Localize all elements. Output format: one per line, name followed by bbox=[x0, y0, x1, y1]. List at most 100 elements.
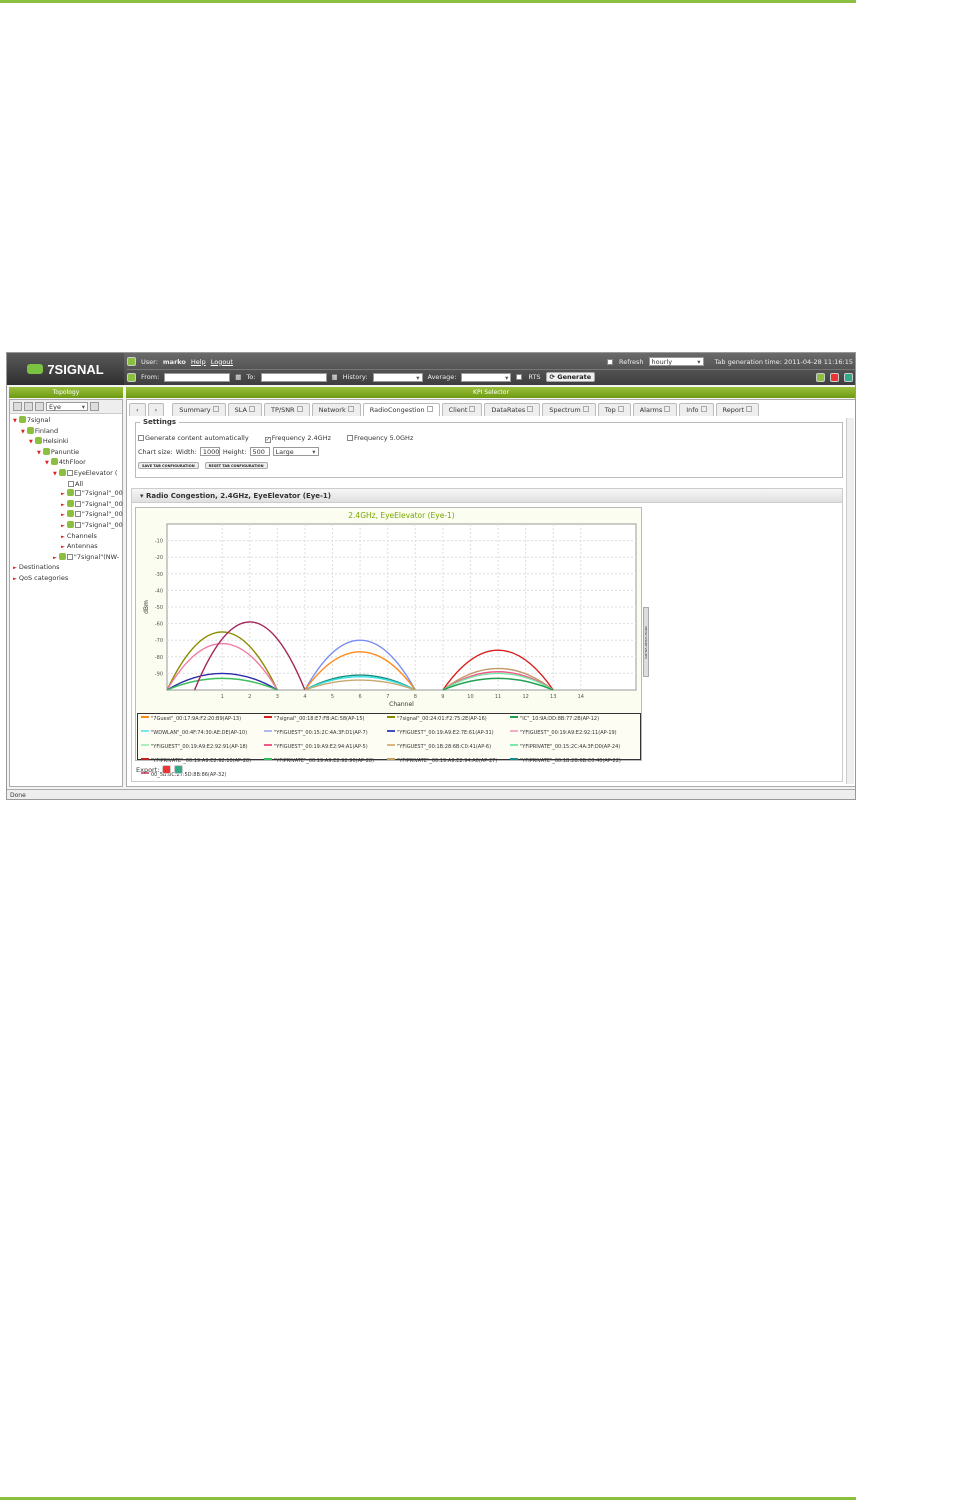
width-input[interactable]: 1000 bbox=[199, 447, 220, 456]
frequency-50-option[interactable]: Frequency 5.0GHz bbox=[347, 434, 413, 443]
calendar-icon[interactable]: ▦ bbox=[235, 373, 241, 381]
expand-arrow-icon[interactable]: ► bbox=[61, 512, 65, 518]
expand-arrow-icon[interactable]: ► bbox=[61, 544, 65, 550]
average-select[interactable] bbox=[461, 372, 512, 382]
help-icon[interactable] bbox=[617, 406, 624, 412]
expand-icon[interactable] bbox=[24, 402, 33, 411]
refresh-select[interactable]: hourly bbox=[648, 357, 704, 366]
help-icon[interactable] bbox=[248, 406, 255, 412]
tree-node[interactable]: ▼ Finland bbox=[13, 426, 119, 438]
collapse-icon[interactable] bbox=[13, 402, 22, 411]
height-input[interactable]: 500 bbox=[249, 447, 270, 456]
tree-node[interactable]: ► Antennas bbox=[13, 542, 119, 553]
to-input[interactable] bbox=[260, 372, 327, 382]
tree-node[interactable]: ► "7signal"_00 bbox=[13, 489, 123, 500]
help-icon[interactable] bbox=[664, 406, 671, 412]
tree-node[interactable]: ► Destinations bbox=[13, 563, 119, 574]
tab-datarates[interactable]: DataRates bbox=[484, 403, 541, 416]
logout-link[interactable]: Logout bbox=[211, 358, 233, 366]
rts-checkbox[interactable] bbox=[516, 374, 523, 380]
tab-scroll-right[interactable]: › bbox=[147, 403, 165, 416]
expand-arrow-icon[interactable]: ▼ bbox=[53, 471, 57, 477]
tab-sla[interactable]: SLA bbox=[227, 403, 262, 416]
node-checkbox[interactable] bbox=[66, 469, 73, 476]
tab-radiocongestion[interactable]: RadioCongestion bbox=[362, 403, 440, 416]
tree-node[interactable]: ▼ 7signal bbox=[13, 416, 119, 427]
help-icon[interactable] bbox=[212, 406, 219, 412]
expand-arrow-icon[interactable]: ▼ bbox=[21, 429, 25, 435]
list-icon[interactable] bbox=[90, 402, 99, 411]
export-excel-icon[interactable] bbox=[174, 765, 184, 774]
expand-arrow-icon[interactable]: ▼ bbox=[29, 439, 33, 445]
help-icon[interactable] bbox=[426, 406, 433, 412]
from-input[interactable] bbox=[164, 372, 231, 382]
frequency-24-checkbox[interactable]: ✓ bbox=[264, 437, 271, 443]
expand-arrow-icon[interactable]: ► bbox=[13, 576, 17, 582]
node-checkbox[interactable] bbox=[74, 521, 81, 528]
expand-arrow-icon[interactable]: ▼ bbox=[37, 450, 41, 456]
tab-alarms[interactable]: Alarms bbox=[632, 403, 678, 416]
refresh-icon[interactable] bbox=[35, 402, 44, 411]
tree-node[interactable]: ► "7signal"_00 bbox=[13, 510, 123, 521]
tree-node[interactable]: ► "7signal"(NW- bbox=[13, 552, 119, 564]
expand-arrow-icon[interactable]: ► bbox=[53, 555, 57, 561]
expand-arrow-icon[interactable]: ▼ bbox=[45, 460, 49, 466]
tree-node[interactable]: ▼ Helsinki bbox=[13, 437, 119, 448]
help-icon[interactable] bbox=[296, 406, 303, 412]
tab-summary[interactable]: Summary bbox=[172, 403, 226, 416]
tab-top[interactable]: Top bbox=[597, 403, 631, 416]
tab-spectrum[interactable]: Spectrum bbox=[542, 403, 596, 416]
expand-arrow-icon[interactable]: ► bbox=[61, 502, 65, 508]
expand-arrow-icon[interactable]: ► bbox=[61, 523, 65, 529]
help-icon[interactable] bbox=[700, 406, 707, 412]
tree-node[interactable]: ▼ 4thFloor bbox=[13, 458, 119, 469]
info-icon[interactable] bbox=[816, 372, 825, 382]
tab-tp-snr[interactable]: TP/SNR bbox=[263, 403, 310, 416]
tab-report[interactable]: Report bbox=[715, 403, 760, 416]
frequency-24-option[interactable]: ✓ Frequency 2.4GHz bbox=[264, 434, 331, 443]
node-checkbox[interactable] bbox=[74, 500, 81, 507]
tree-node[interactable]: ► "7signal"_00 bbox=[13, 520, 123, 532]
panel-header[interactable]: ▾ Radio Congestion, 2.4GHz, EyeElevator … bbox=[132, 489, 842, 503]
excel-icon[interactable] bbox=[844, 372, 853, 382]
tree-node[interactable]: ▼ Panuntie bbox=[13, 447, 119, 459]
tab-scroll-left[interactable]: ‹ bbox=[129, 403, 146, 416]
help-icon[interactable] bbox=[746, 406, 753, 412]
help-icon[interactable] bbox=[127, 372, 136, 382]
auto-generate-checkbox[interactable] bbox=[138, 435, 144, 441]
tree-node[interactable]: ▼ EyeElevator ( bbox=[13, 468, 119, 480]
save-config-button[interactable]: SAVE TAB CONFIGURATION bbox=[138, 462, 199, 469]
size-select[interactable]: Large bbox=[272, 447, 319, 456]
expand-arrow-icon[interactable]: ► bbox=[61, 534, 65, 540]
auto-generate-option[interactable]: Generate content automatically bbox=[138, 434, 249, 443]
node-checkbox[interactable] bbox=[68, 480, 74, 487]
frequency-50-checkbox[interactable] bbox=[347, 435, 354, 441]
history-select[interactable] bbox=[372, 372, 423, 382]
topology-search[interactable]: Eye bbox=[46, 402, 88, 411]
tree-node[interactable]: ► "7signal"_00 bbox=[13, 499, 123, 511]
refresh-checkbox[interactable] bbox=[606, 358, 613, 365]
pdf-icon[interactable] bbox=[830, 372, 839, 382]
generate-button[interactable]: ⟳ Generate bbox=[545, 372, 596, 382]
vertical-scrollbar[interactable] bbox=[846, 418, 854, 784]
help-icon[interactable] bbox=[582, 406, 589, 412]
help-icon[interactable] bbox=[469, 406, 476, 412]
expand-arrow-icon[interactable]: ▼ bbox=[13, 418, 17, 424]
help-icon[interactable] bbox=[527, 406, 534, 412]
tab-network[interactable]: Network bbox=[311, 403, 361, 416]
expand-arrow-icon[interactable]: ► bbox=[61, 491, 65, 497]
node-checkbox[interactable] bbox=[74, 511, 81, 518]
tree-node[interactable]: All bbox=[13, 480, 119, 490]
tab-client[interactable]: Client bbox=[441, 403, 483, 416]
tab-info[interactable]: Info bbox=[679, 403, 714, 416]
help-link[interactable]: Help bbox=[191, 358, 206, 366]
reset-config-button[interactable]: RESET TAB CONFIGURATION bbox=[204, 462, 268, 469]
node-checkbox[interactable] bbox=[74, 490, 81, 497]
export-pdf-icon[interactable] bbox=[162, 765, 172, 774]
node-checkbox[interactable] bbox=[66, 553, 73, 560]
show-chart-values-tab[interactable]: SHOW CHART VALUES bbox=[643, 607, 649, 677]
tree-node[interactable]: ► QoS categories bbox=[13, 574, 119, 585]
expand-arrow-icon[interactable]: ► bbox=[13, 565, 17, 571]
calendar-icon[interactable]: ▦ bbox=[332, 373, 338, 381]
tree-node[interactable]: ► Channels bbox=[13, 532, 119, 543]
